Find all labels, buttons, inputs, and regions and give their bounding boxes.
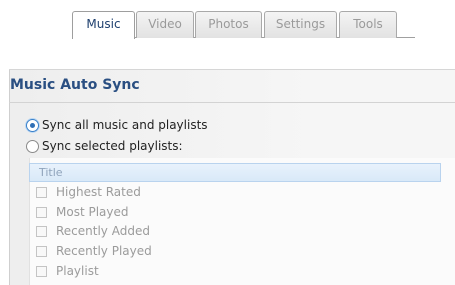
column-header-title[interactable]: Title xyxy=(29,163,441,182)
tab-settings[interactable]: Settings xyxy=(264,11,337,38)
tab-music[interactable]: Music xyxy=(72,11,135,39)
tab-tools[interactable]: Tools xyxy=(339,11,397,38)
radio-sync-selected[interactable]: Sync selected playlists: xyxy=(26,139,183,153)
list-item-label: Recently Added xyxy=(56,224,150,238)
radio-unchecked-icon[interactable] xyxy=(26,139,39,153)
checkbox-icon[interactable] xyxy=(36,245,47,257)
radio-sync-all-label: Sync all music and playlists xyxy=(42,118,208,132)
radio-sync-all[interactable]: Sync all music and playlists xyxy=(26,118,208,132)
list-item-label: Most Played xyxy=(56,205,129,219)
list-item-label: Highest Rated xyxy=(56,185,141,199)
list-item[interactable]: Playlist xyxy=(36,264,99,278)
checkbox-icon[interactable] xyxy=(36,265,47,277)
checkbox-icon[interactable] xyxy=(36,225,47,237)
checkbox-icon[interactable] xyxy=(36,206,47,218)
list-item-label: Playlist xyxy=(56,264,99,278)
checkbox-icon[interactable] xyxy=(36,186,47,198)
list-item[interactable]: Most Played xyxy=(36,205,129,219)
list-item[interactable]: Recently Played xyxy=(36,244,152,258)
section-divider xyxy=(9,102,455,103)
tab-photos[interactable]: Photos xyxy=(195,11,262,38)
list-item[interactable]: Recently Added xyxy=(36,224,150,238)
list-item[interactable]: Highest Rated xyxy=(36,185,141,199)
section-title: Music Auto Sync xyxy=(10,77,140,93)
radio-checked-icon[interactable] xyxy=(26,118,39,132)
radio-sync-selected-label: Sync selected playlists: xyxy=(42,139,183,153)
tab-video[interactable]: Video xyxy=(136,11,194,38)
tab-bar: Music Video Photos Settings Tools xyxy=(0,0,455,64)
list-item-label: Recently Played xyxy=(56,244,152,258)
